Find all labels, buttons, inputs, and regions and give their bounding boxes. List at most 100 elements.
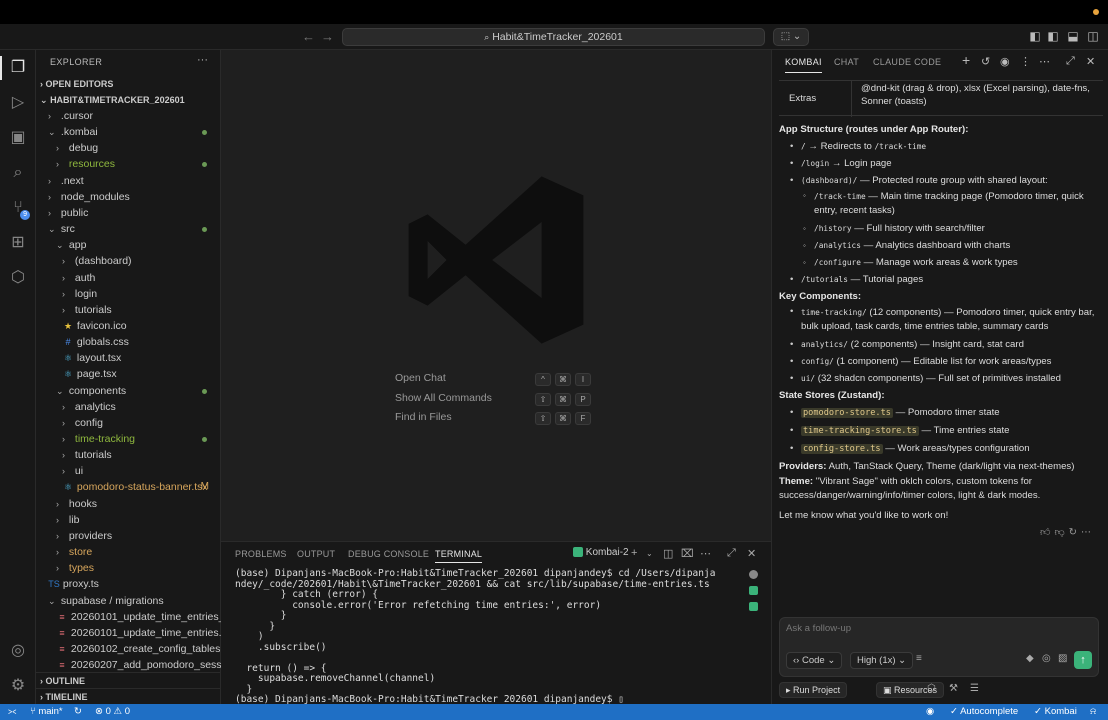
outline-section[interactable]: › OUTLINE — [36, 672, 221, 688]
chat-input[interactable]: Ask a follow-up — [786, 623, 851, 634]
tree-item[interactable]: › hooks — [36, 496, 221, 512]
close-panel-icon[interactable]: ✕ — [747, 547, 756, 560]
source-control-icon[interactable]: ⑂ 9 — [6, 196, 30, 220]
shortcut-hint-label[interactable]: Show All Commands — [395, 392, 492, 404]
tree-item[interactable]: ≡ 20260101_update_time_entries.sql — [36, 625, 235, 641]
tree-item[interactable]: › time-tracking — [36, 431, 221, 447]
autocomplete-indicator[interactable]: ✓ Autocomplete — [950, 704, 1018, 720]
project-section[interactable]: ⌄ HABIT&TIMETRACKER_202601 — [36, 92, 221, 108]
tab-output[interactable]: OUTPUT — [297, 549, 335, 559]
explorer-icon[interactable]: ❐ — [6, 56, 30, 80]
terminal-dropdown-icon[interactable]: ⌄ — [646, 549, 653, 558]
figma-icon[interactable]: ◆ — [1026, 653, 1034, 664]
toggle-primary-sidebar-icon[interactable]: ◧ — [1028, 29, 1042, 43]
shortcut-hint-label[interactable]: Find in Files — [395, 411, 452, 423]
tree-item[interactable]: ⌄ app — [36, 237, 221, 253]
send-button[interactable]: ↑ — [1074, 651, 1092, 669]
terminal-tab-icon[interactable] — [749, 602, 758, 611]
command-center-search[interactable]: ⌕ Habit&TimeTracker_202601 — [342, 28, 765, 46]
terminal-tab-icon[interactable] — [749, 570, 758, 579]
tree-item[interactable]: › tutorials — [36, 447, 221, 463]
globe-icon[interactable]: ◎ — [1042, 653, 1051, 664]
open-editors-section[interactable]: › OPEN EDITORS — [36, 76, 221, 92]
kombai-status[interactable]: ✓ Kombai — [1034, 704, 1077, 720]
tree-item[interactable]: › (dashboard) — [36, 253, 221, 269]
more-actions-icon[interactable]: ⋯ — [1039, 55, 1050, 68]
tree-item[interactable]: › .next — [36, 173, 221, 189]
copilot-icon[interactable]: ◉ — [926, 704, 934, 720]
tab-claude-code[interactable]: CLAUDE CODE — [873, 57, 941, 67]
tree-item[interactable]: › config — [36, 415, 221, 431]
toggle-panel-icon[interactable]: ⬓ — [1066, 29, 1080, 43]
toggle-secondary-sidebar-icon[interactable]: ◧ — [1046, 29, 1060, 43]
history-icon[interactable]: ↺ — [981, 55, 990, 68]
tab-debug-console[interactable]: DEBUG CONSOLE — [348, 549, 429, 559]
new-terminal-plus-icon[interactable]: + — [631, 547, 637, 559]
tab-kombai[interactable]: KOMBAI — [785, 57, 822, 73]
tree-item[interactable]: ≡ 20260102_create_config_tables.... — [36, 641, 232, 657]
thumbs-down-icon[interactable]: 👎︎ — [1054, 527, 1068, 538]
thumbs-up-icon[interactable]: 👍︎ — [1040, 527, 1054, 538]
shortcut-hint-label[interactable]: Open Chat — [395, 372, 446, 384]
tree-item[interactable]: ≡ 20260101_update_time_entries_s... — [36, 609, 238, 625]
extensions-icon[interactable]: ⊞ — [6, 231, 30, 255]
timeline-section[interactable]: › TIMELINE — [36, 688, 221, 704]
sync-icon[interactable]: ↻ — [74, 704, 82, 720]
tree-item[interactable]: ⌄ src — [36, 221, 221, 237]
tree-item[interactable]: › types — [36, 560, 221, 576]
tree-item[interactable]: ⚛ pomodoro-status-banner.tsx M — [36, 479, 221, 495]
settings-sliders-icon[interactable]: ≡ — [916, 653, 922, 664]
more-actions-icon[interactable]: ⋯ — [700, 547, 711, 560]
tree-item[interactable]: › analytics — [36, 399, 221, 415]
tree-item[interactable]: › .cursor — [36, 108, 221, 124]
more-actions-icon[interactable]: ··· — [197, 54, 208, 66]
chat-input-box[interactable]: Ask a follow-up ‹› Code ⌄ High (1x) ⌄ ≡ … — [779, 617, 1099, 677]
kombai-icon[interactable]: ▣ — [6, 126, 30, 150]
tree-item[interactable]: › lib — [36, 512, 221, 528]
tree-item[interactable]: › tutorials — [36, 302, 221, 318]
tree-item[interactable]: › node_modules — [36, 189, 221, 205]
maximize-icon[interactable]: ⤢ — [1066, 55, 1075, 68]
tree-item[interactable]: ⌄ supabase / migrations — [36, 593, 221, 609]
more-actions-icon[interactable]: ⋯ — [1081, 527, 1095, 538]
tree-item[interactable]: ⚛ page.tsx — [36, 366, 221, 382]
account-icon[interactable]: ◉ — [1000, 55, 1010, 68]
tree-item[interactable]: › providers — [36, 528, 221, 544]
run-project-button[interactable]: ▸ Run Project — [779, 682, 848, 698]
mode-select[interactable]: ‹› Code ⌄ — [786, 652, 843, 669]
chat-toggle-button[interactable]: ⬚ ⌄ — [773, 28, 809, 46]
settings-gear-icon[interactable]: ⚙ — [6, 674, 30, 698]
tree-item[interactable]: TS proxy.ts — [36, 576, 221, 592]
forward-arrow-icon[interactable]: → — [321, 29, 334, 44]
terminal-selector[interactable]: Kombai-2 — [573, 547, 629, 558]
back-arrow-icon[interactable]: ← — [302, 29, 315, 44]
effort-select[interactable]: High (1x) ⌄ — [850, 652, 914, 669]
account-icon[interactable]: ◎ — [6, 639, 30, 663]
tools-icon[interactable]: ⚒ — [949, 683, 958, 694]
customize-layout-icon[interactable]: ◫ — [1086, 29, 1100, 43]
more-vertical-icon[interactable]: ⋮ — [1020, 55, 1031, 68]
maximize-panel-icon[interactable]: ⤢ — [727, 547, 736, 560]
tree-item[interactable]: › login — [36, 286, 221, 302]
stack-icon[interactable]: ⬡ — [927, 683, 936, 694]
retry-icon[interactable]: ↻ — [1069, 527, 1081, 538]
tab-problems[interactable]: PROBLEMS — [235, 549, 287, 559]
tree-item[interactable]: › resources — [36, 156, 221, 172]
branch-indicator[interactable]: ⑂ main* — [30, 704, 63, 720]
search-icon[interactable]: ⌕ — [6, 161, 30, 185]
split-terminal-icon[interactable]: ◫ — [663, 547, 673, 560]
new-chat-plus-icon[interactable]: + — [962, 52, 970, 68]
tree-item[interactable]: › debug — [36, 140, 221, 156]
tree-item[interactable]: ⚛ layout.tsx — [36, 350, 221, 366]
image-icon[interactable]: ▨ — [1058, 653, 1067, 664]
tree-item[interactable]: › store — [36, 544, 221, 560]
kill-terminal-trash-icon[interactable]: ⌧ — [681, 547, 694, 560]
tree-item[interactable]: › ui — [36, 463, 221, 479]
problems-indicator[interactable]: ⊗ 0 ⚠ 0 — [95, 704, 130, 720]
terminal-output[interactable]: (base) Dipanjans-MacBook-Pro:Habit&TimeT… — [235, 568, 725, 706]
remote-icon[interactable]: ⪥ — [8, 704, 16, 720]
tree-item[interactable]: ⌄ .kombai — [36, 124, 221, 140]
database-icon[interactable]: ☰ — [970, 683, 979, 694]
tree-item[interactable]: ★ favicon.ico — [36, 318, 221, 334]
close-icon[interactable]: ✕ — [1086, 55, 1095, 68]
